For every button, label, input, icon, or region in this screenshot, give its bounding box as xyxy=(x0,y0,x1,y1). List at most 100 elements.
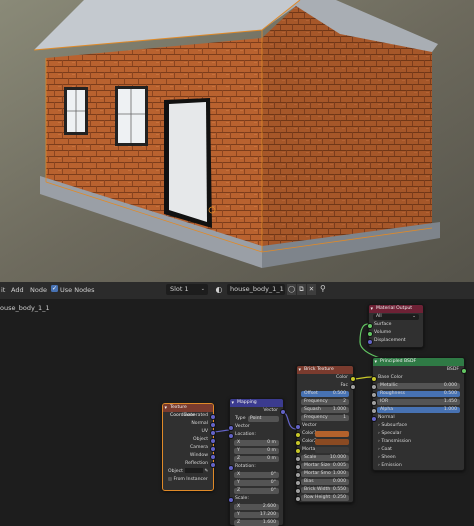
input-mortar[interactable]: Mortar xyxy=(294,446,353,454)
input-displacement: Displacement xyxy=(366,337,423,345)
socket[interactable] xyxy=(294,496,301,502)
menu-node[interactable]: Node xyxy=(30,286,47,294)
input-vector: Vector xyxy=(294,422,353,430)
chevron-down-icon: ⌄ xyxy=(412,314,416,319)
frequency1-field[interactable]: Frequency 2 xyxy=(297,398,353,406)
node-editor-header: it Add Node ✓ Use Nodes Slot 1 ⌄ ◐ house_… xyxy=(0,282,474,300)
texture-coordinate-node[interactable]: Texture Coordinate Generated Normal UV O… xyxy=(162,403,216,491)
output-color: Color xyxy=(297,374,356,382)
target-dropdown[interactable]: All xyxy=(376,314,382,320)
mortar-swatch[interactable] xyxy=(315,447,349,453)
node-editor-canvas[interactable]: ouse_body_1_1 Texture Coordinate Generat… xyxy=(0,299,474,526)
ior-field[interactable]: IOR 1.450 xyxy=(370,398,464,406)
output-normal: Normal xyxy=(163,420,216,428)
frequency2-field[interactable]: Frequency 1 xyxy=(297,414,353,422)
panel-transmission[interactable]: › Transmission xyxy=(373,438,464,446)
use-nodes-label: Use Nodes xyxy=(60,286,95,294)
chevron-right-icon: › xyxy=(378,463,380,468)
node-title: Texture Coordinate xyxy=(163,404,213,418)
alpha-field[interactable]: Alpha 1.000 xyxy=(370,406,464,414)
output-bsdf: BSDF xyxy=(373,366,467,374)
house-render xyxy=(0,0,474,282)
offset-field[interactable]: Offset 0.500 xyxy=(297,390,353,398)
chevron-right-icon: › xyxy=(378,447,380,452)
chevron-right-icon: › xyxy=(378,455,380,460)
rotation-y[interactable]: Y 0° xyxy=(230,479,283,487)
use-nodes-checkbox[interactable]: ✓ xyxy=(51,285,58,292)
output-reflection: Reflection xyxy=(163,460,216,468)
squash-field[interactable]: Squash 1.000 xyxy=(297,406,353,414)
input-volume: Volume xyxy=(366,329,423,337)
input-surface: Surface xyxy=(366,321,423,329)
scale-z[interactable]: Z 1.600 xyxy=(230,519,283,526)
3d-viewport[interactable] xyxy=(0,0,474,282)
output-generated: Generated xyxy=(163,412,216,420)
scale-y[interactable]: Y 17.200 xyxy=(230,511,283,519)
location-z[interactable]: Z0 m xyxy=(230,455,283,463)
object-field-row[interactable]: Object ✎ xyxy=(163,468,213,476)
duplicate-icon[interactable]: ⧉ xyxy=(297,284,306,295)
brick-width-field[interactable]: Brick Width 0.550 xyxy=(294,486,353,494)
chevron-right-icon: › xyxy=(378,439,380,444)
output-object: Object xyxy=(163,436,216,444)
bias-field[interactable]: Bias 0.000 xyxy=(294,478,353,486)
color2-swatch[interactable] xyxy=(315,439,349,445)
node-title: Mapping xyxy=(230,399,283,407)
unlink-close-icon[interactable]: ✕ xyxy=(307,284,316,295)
material-output-node[interactable]: Material Output All ⌄ Surface Volume Disp… xyxy=(366,304,424,348)
scale-field[interactable]: Scale 10.000 xyxy=(294,454,353,462)
output-window: Window xyxy=(163,452,216,460)
pin-icon[interactable]: ⚲ xyxy=(320,284,326,293)
input-color1[interactable]: Color1 xyxy=(294,430,353,438)
fake-user-icon[interactable]: ◯ xyxy=(287,284,296,295)
panel-emission[interactable]: › Emission xyxy=(373,462,464,470)
menu-add[interactable]: Add xyxy=(11,286,24,294)
color1-swatch[interactable] xyxy=(315,431,349,437)
panel-coat[interactable]: › Coat xyxy=(373,446,464,454)
output-uv: UV xyxy=(163,428,216,436)
brick-texture-node[interactable]: Brick Texture Color Fac Offset0.500 Freq… xyxy=(294,365,356,503)
panel-subsurface[interactable]: › Subsurface xyxy=(373,422,464,430)
chevron-right-icon: › xyxy=(378,423,380,428)
scale-x[interactable]: X 2.600 xyxy=(230,503,283,511)
rotation-x[interactable]: X 0° xyxy=(230,471,283,479)
from-instancer-checkbox[interactable] xyxy=(168,476,172,481)
metallic-field[interactable]: Metallic 0.000 xyxy=(370,382,464,390)
rotation-label: Rotation: xyxy=(227,463,283,471)
eyedropper-icon[interactable]: ✎ xyxy=(204,469,208,474)
panel-sheen[interactable]: › Sheen xyxy=(373,454,464,462)
target-row[interactable]: All ⌄ xyxy=(369,313,423,321)
location-label: Location: xyxy=(227,431,283,439)
node-title: Principled BSDF xyxy=(373,358,464,366)
input-color2[interactable]: Color2 xyxy=(294,438,353,446)
output-vector: Vector xyxy=(230,407,286,415)
rotation-z[interactable]: Z 0° xyxy=(230,487,283,495)
menu-view[interactable]: it xyxy=(1,286,5,294)
row-height-field[interactable]: Row Height 0.250 xyxy=(294,494,353,502)
input-vector: Vector xyxy=(227,423,283,431)
type-dropdown[interactable]: Point xyxy=(248,416,279,422)
location-y[interactable]: Y0 m xyxy=(230,447,283,455)
principled-bsdf-node[interactable]: Principled BSDF BSDF Base Color Metallic… xyxy=(370,357,467,471)
location-x[interactable]: X0 m xyxy=(230,439,283,447)
socket[interactable] xyxy=(366,339,373,345)
node-title: Material Output xyxy=(369,305,423,313)
from-instancer-row[interactable]: From Instancer xyxy=(163,476,213,484)
slot-dropdown[interactable]: Slot 1 ⌄ xyxy=(166,284,208,295)
mapping-node[interactable]: Mapping Vector TypePoint Vector Location… xyxy=(227,398,286,526)
output-camera: Camera xyxy=(163,444,216,452)
panel-specular[interactable]: › Specular xyxy=(373,430,464,438)
mortar-smooth-field[interactable]: Mortar Smo 1.000 xyxy=(294,470,353,478)
type-row[interactable]: Type Point xyxy=(230,415,283,423)
node-title: Brick Texture xyxy=(297,366,353,374)
roughness-field[interactable]: Roughness 0.500 xyxy=(370,390,464,398)
slot-label: Slot 1 xyxy=(170,285,189,293)
material-name-field[interactable]: house_body_1_1 xyxy=(227,284,285,295)
chevron-down-icon: ⌄ xyxy=(200,286,205,292)
chevron-right-icon: › xyxy=(378,431,380,436)
mortar-size-field[interactable]: Mortar Size 0.005 xyxy=(294,462,353,470)
output-fac: Fac xyxy=(297,382,356,390)
scale-label: Scale: xyxy=(227,495,283,503)
material-sphere-icon[interactable]: ◐ xyxy=(212,284,226,295)
input-base-color: Base Color xyxy=(370,374,464,382)
